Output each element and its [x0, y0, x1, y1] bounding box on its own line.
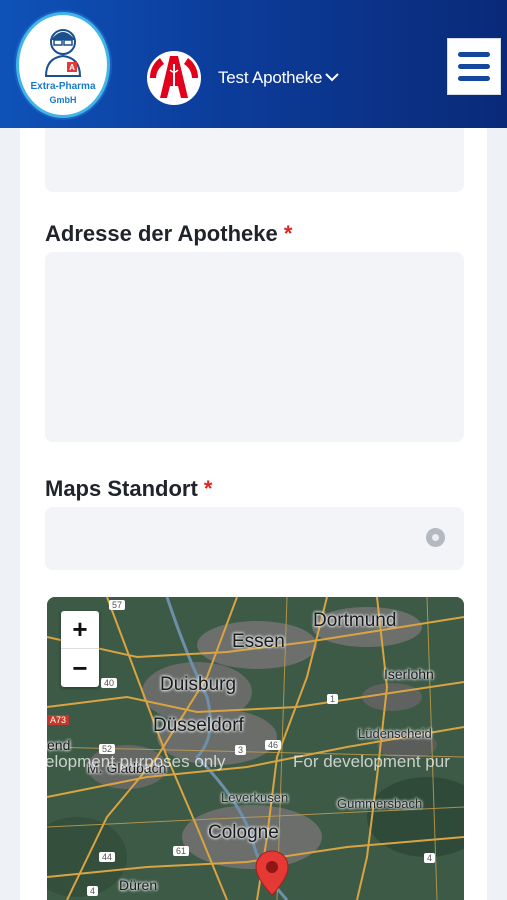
map-city-label: Essen	[232, 631, 285, 652]
apotheke-a-icon	[147, 51, 201, 105]
map-zoom-control: + −	[61, 611, 99, 687]
road-label: 40	[101, 678, 118, 688]
previous-field-input[interactable]	[45, 128, 464, 192]
map-city-label: Iserlohn	[384, 666, 434, 682]
menu-bar-icon	[458, 52, 490, 57]
company-logo[interactable]: A Extra-Pharma GmbH	[16, 12, 110, 118]
map-city-label: Düsseldorf	[153, 715, 244, 736]
map-view[interactable]: 57 40 A73 52 3 46 1 44 61 4 4 Essen Dort…	[47, 597, 464, 900]
required-marker: *	[283, 221, 293, 246]
map-city-label: Lüdenscheid	[358, 726, 432, 741]
map-city-label: Gummersbach	[337, 796, 423, 811]
zoom-in-button[interactable]: +	[61, 611, 99, 649]
map-city-label: Leverkusen	[221, 790, 289, 805]
road-label: A73	[47, 715, 70, 725]
road-label: 46	[265, 740, 282, 750]
road-label: 1	[327, 694, 339, 704]
menu-bar-icon	[458, 64, 490, 69]
logo-text-line1: Extra-Pharma	[30, 81, 96, 92]
maps-location-input[interactable]	[45, 507, 464, 570]
road-label: 44	[99, 852, 116, 862]
app-header: A Extra-Pharma GmbH Test Apotheke	[0, 0, 507, 128]
road-label: 57	[109, 600, 126, 610]
road-label: 4	[424, 853, 436, 863]
maps-label-text: Maps Standort	[45, 476, 198, 501]
logo-text-line2: GmbH	[49, 95, 77, 105]
menu-bar-icon	[458, 76, 490, 81]
address-label-text: Adresse der Apotheke	[45, 221, 278, 246]
map-city-label: Düren	[119, 877, 158, 893]
chevron-down-icon[interactable]	[325, 72, 339, 82]
address-label: Adresse der Apotheke *	[45, 221, 292, 247]
required-marker: *	[203, 476, 213, 501]
map-city-label: Dortmund	[313, 610, 397, 631]
road-label: 3	[235, 745, 247, 755]
map-watermark: For development pur	[293, 752, 450, 771]
road-label: 4	[87, 886, 99, 896]
map-city-label: Duisburg	[160, 674, 237, 695]
address-textarea[interactable]	[45, 252, 464, 442]
hamburger-menu-button[interactable]	[447, 38, 501, 95]
maps-label: Maps Standort *	[45, 476, 212, 502]
map-city-label: end	[47, 737, 71, 753]
zoom-out-button[interactable]: −	[61, 649, 99, 687]
map-marker-icon[interactable]	[255, 850, 289, 896]
map-watermark: elopment purposes only	[47, 752, 226, 771]
pharmacy-form-card: Adresse der Apotheke * Maps Standort * 5…	[20, 128, 487, 900]
svg-text:A: A	[69, 63, 75, 72]
location-radio-icon[interactable]	[426, 528, 445, 547]
pharmacy-selector-label[interactable]: Test Apotheke	[218, 68, 322, 88]
map-city-label: Cologne	[208, 822, 279, 843]
road-label: 61	[173, 846, 190, 856]
